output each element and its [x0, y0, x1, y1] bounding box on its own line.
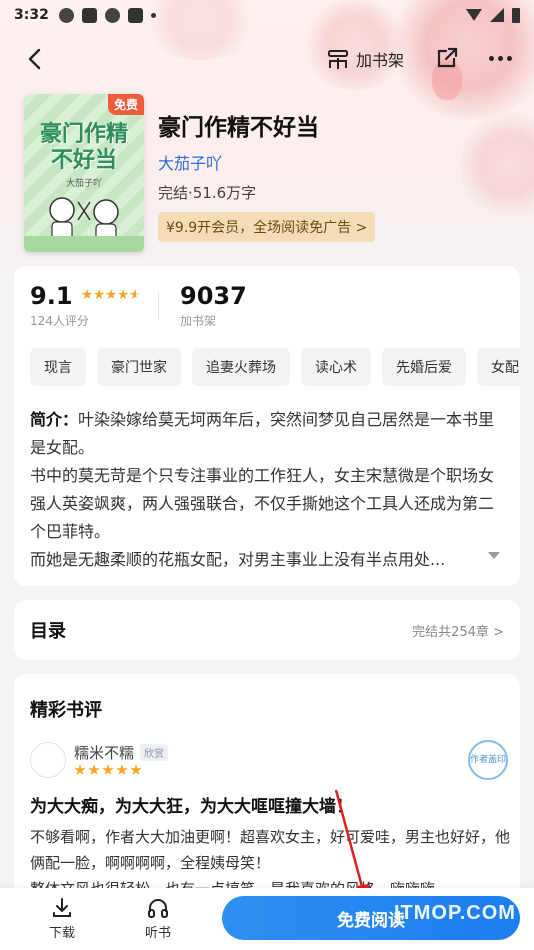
free-badge: 免费: [107, 94, 144, 115]
star-icon: [81, 289, 93, 300]
top-nav: 加书架: [0, 38, 534, 80]
expand-synopsis-icon[interactable]: [488, 552, 500, 559]
shelf-count: 9037: [180, 282, 247, 310]
rating-count: 124人评分: [30, 314, 89, 328]
rating-block[interactable]: 9.1 124人评分: [30, 282, 141, 329]
book-status: 完结·51.6万字: [158, 184, 257, 202]
book-info-card: 9.1 124人评分 9037 加书架 现言 豪门世家 追妻火葬场 读心术 先婚…: [14, 266, 520, 586]
divider: [158, 292, 159, 320]
half-star-icon: [129, 289, 141, 300]
shelf-count-label: 加书架: [180, 314, 217, 328]
dot-icon: [506, 55, 512, 61]
reviewer-name[interactable]: 糯米不糯: [74, 742, 134, 763]
table-of-contents[interactable]: 目录 完结共254章 >: [14, 600, 520, 660]
cover-bottom-band: [24, 236, 144, 252]
signal-icon: [490, 8, 504, 22]
star-icon: [117, 289, 129, 300]
star-icon: [93, 289, 105, 300]
synopsis-label: 简介：: [30, 410, 79, 429]
shelf-count-block: 9037 加书架: [180, 282, 247, 329]
rating-stars: [81, 289, 141, 300]
review-stars: [74, 764, 142, 776]
synopsis-line: 书中的莫无苛是个只专注事业的工作狂人，女主宋慧微是个职场女强人英姿飒爽，两人强强…: [30, 466, 495, 541]
star-icon: [130, 764, 142, 775]
add-to-shelf-label: 加书架: [356, 51, 405, 70]
cover-author: 大茄子吖: [65, 179, 102, 189]
share-button[interactable]: [432, 42, 462, 74]
status-bar: 3:32: [0, 0, 534, 30]
share-icon: [437, 47, 458, 68]
add-to-shelf-button[interactable]: 加书架: [326, 44, 404, 74]
synopsis-line: 叶染染嫁给莫无坷两年后，突然间梦见自己居然是一本书里是女配。: [30, 410, 495, 457]
tag[interactable]: 先婚后爱: [382, 348, 466, 386]
toc-title: 目录: [30, 621, 66, 642]
tag[interactable]: 读心术: [301, 348, 371, 386]
notification-icon: [58, 7, 74, 23]
star-icon: [105, 289, 117, 300]
more-notifications-icon: [150, 12, 156, 18]
reviews-title: 精彩书评: [30, 700, 102, 721]
tag-list: 现言 豪门世家 追妻火葬场 读心术 先婚后爱 女配: [30, 348, 520, 388]
toc-chapter-count: 完结共254章 >: [412, 624, 504, 640]
status-time: 3:32: [14, 7, 49, 23]
vip-banner-text: ¥9.9开会员，全场阅读免广告 >: [166, 220, 368, 236]
reviewer-badge: 欣赏: [140, 744, 169, 761]
tag[interactable]: 豪门世家: [97, 348, 181, 386]
review-headline[interactable]: 为大大痴，为大大狂，为大大哐哐撞大墙！: [30, 792, 353, 817]
tag[interactable]: 追妻火葬场: [192, 348, 290, 386]
back-arrow-icon: [28, 48, 41, 70]
wifi-icon: [466, 9, 482, 21]
book-cover[interactable]: 免费 豪门作精不好当 大茄子吖: [24, 94, 144, 252]
battery-icon: [512, 7, 520, 23]
tag[interactable]: 现言: [30, 348, 86, 386]
listen-button[interactable]: 听书: [138, 896, 178, 941]
back-button[interactable]: [20, 44, 50, 74]
author-stamp-icon: 作者盖印: [468, 740, 508, 780]
cover-illustration: [49, 197, 119, 241]
book-title: 豪门作精不好当: [158, 115, 319, 141]
notification-icon: [81, 7, 97, 23]
headphones-icon: [148, 899, 168, 918]
rating-score: 9.1: [30, 282, 73, 310]
book-author-link[interactable]: 大茄子吖: [158, 150, 222, 174]
cover-title: 豪门作精不好当: [39, 122, 128, 173]
listen-label: 听书: [144, 926, 171, 941]
tag[interactable]: 女配: [477, 348, 520, 386]
watermark: ITMOP.COM: [394, 902, 516, 924]
vip-membership-banner[interactable]: ¥9.9开会员，全场阅读免广告 >: [158, 212, 376, 242]
synopsis-line: 而她是无趣柔顺的花瓶女配，对男主事业上没有半点用处...: [30, 550, 446, 569]
download-icon: [53, 898, 71, 917]
star-icon: [88, 764, 100, 775]
reviewer-name-row: 糯米不糯 欣赏: [74, 742, 169, 763]
synopsis[interactable]: 简介：叶染染嫁给莫无坷两年后，突然间梦见自己居然是一本书里是女配。 书中的莫无苛…: [30, 406, 506, 574]
dot-icon: [497, 55, 503, 61]
more-options-button[interactable]: [484, 42, 516, 74]
bookshelf-icon: [328, 50, 348, 69]
star-icon: [74, 764, 86, 775]
download-label: 下载: [48, 926, 75, 941]
notification-icon: [127, 7, 143, 23]
download-button[interactable]: 下载: [42, 896, 82, 941]
notification-icon: [104, 7, 120, 23]
avatar[interactable]: [30, 742, 66, 778]
dot-icon: [488, 55, 494, 61]
star-icon: [102, 764, 114, 775]
star-icon: [116, 764, 128, 775]
